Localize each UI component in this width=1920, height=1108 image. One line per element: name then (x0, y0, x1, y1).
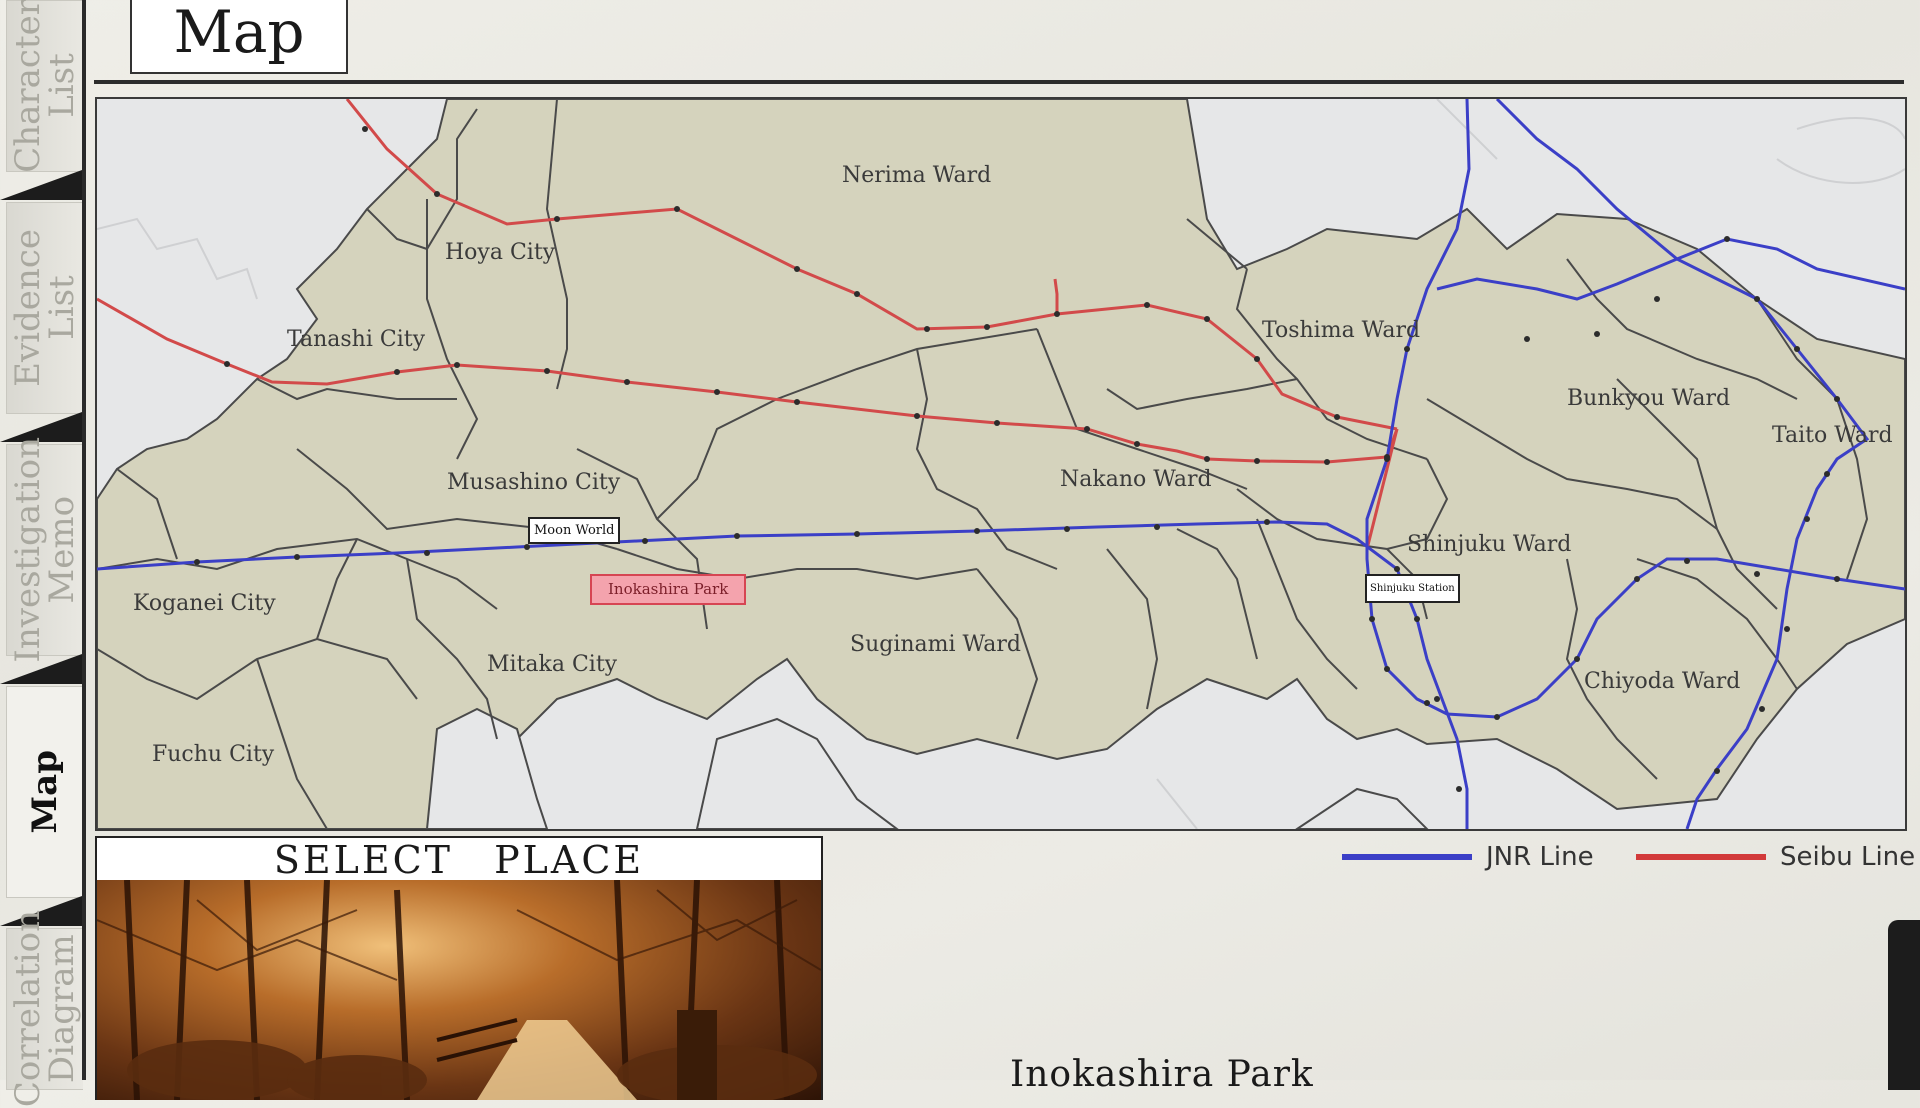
land-regions (97, 99, 1905, 829)
tab-map-label: Map (25, 750, 65, 834)
place-shinjuku-station[interactable]: Shinjuku Station (1365, 574, 1460, 603)
tab-divider (0, 654, 82, 684)
region-label: Hoya City (445, 240, 556, 265)
title-divider (94, 80, 1904, 84)
tab-investigation-memo[interactable]: Investigation Memo (6, 437, 83, 663)
region-label: Chiyoda Ward (1584, 669, 1740, 694)
tab-correlation-diagram-label: Correlation Diagram (8, 910, 82, 1108)
region-label: Taito Ward (1772, 423, 1893, 448)
region-label: Fuchu City (152, 742, 275, 767)
place-moon-world[interactable]: Moon World (528, 517, 621, 544)
region-label: Mitaka City (487, 652, 618, 677)
region-label: Musashino City (447, 470, 621, 495)
region-label: Tanashi City (287, 327, 426, 352)
legend-jnr-label: JNR Line (1486, 842, 1594, 872)
page-title: Map (173, 0, 305, 66)
region-label: Nerima Ward (842, 163, 991, 188)
region-label: Nakano Ward (1060, 467, 1212, 492)
tab-map[interactable]: Map (6, 686, 83, 898)
select-place-title: SELECT PLACE (273, 838, 645, 882)
tab-correlation-diagram[interactable]: Correlation Diagram (6, 910, 83, 1108)
legend-seibu: Seibu Line (1636, 840, 1915, 874)
page-title-box: Map (130, 0, 348, 74)
side-tab-bar: Character List Evidence List Investigati… (0, 0, 83, 1108)
legend-seibu-label: Seibu Line (1780, 842, 1916, 872)
region-label: Suginami Ward (850, 632, 1021, 657)
region-label: Toshima Ward (1262, 318, 1420, 343)
scroll-handle[interactable] (1888, 920, 1920, 1090)
tokyo-map[interactable]: Nerima Ward Hoya City Tanashi City Toshi… (95, 97, 1907, 831)
place-preview-image (97, 880, 821, 1100)
region-label: Bunkyou Ward (1567, 386, 1730, 411)
seibu-line-swatch (1636, 854, 1766, 860)
tab-evidence-list-label: Evidence List (8, 229, 82, 387)
tab-divider (0, 170, 82, 200)
region-label: Shinjuku Ward (1407, 532, 1571, 557)
jnr-line-swatch (1342, 854, 1472, 860)
tab-evidence-list[interactable]: Evidence List (6, 202, 83, 414)
select-place-panel: SELECT PLACE (95, 836, 823, 1100)
tab-character-list-label: Character List (8, 0, 82, 173)
tab-edge-divider (82, 0, 86, 1080)
map-drawing: Nerima Ward Hoya City Tanashi City Toshi… (97, 99, 1905, 829)
park-illustration (97, 880, 821, 1100)
tab-investigation-memo-label: Investigation Memo (8, 437, 82, 663)
tab-character-list[interactable]: Character List (6, 0, 83, 173)
place-inokashira-park[interactable]: Inokashira Park (590, 574, 747, 605)
legend-jnr: JNR Line (1342, 840, 1594, 874)
region-label: Koganei City (133, 591, 276, 616)
selected-place-name: Inokashira Park (1010, 1054, 1314, 1095)
